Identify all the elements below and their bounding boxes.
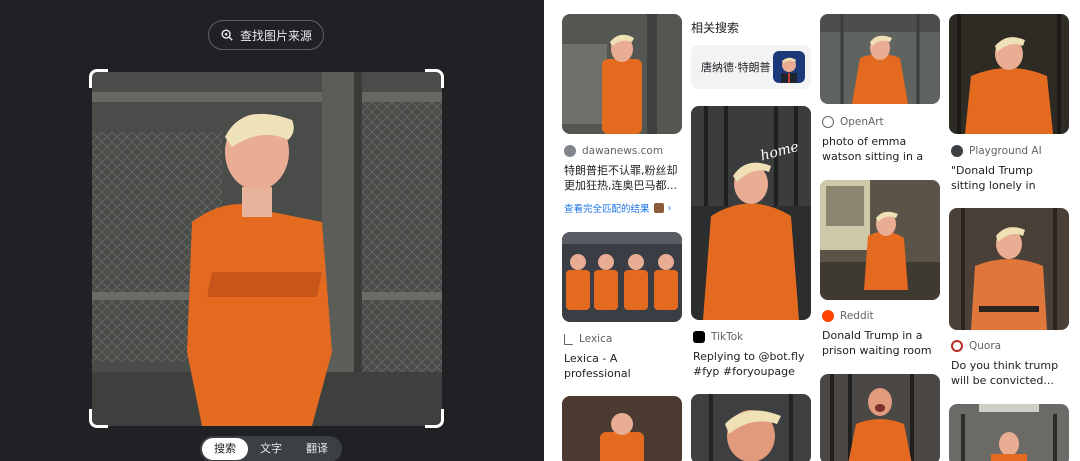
lexica-icon [564,333,573,345]
chevron-right-icon: › [667,202,672,214]
result-thumb-partial[interactable] [562,396,682,461]
result-title[interactable]: 特朗普拒不认罪,粉丝却更加狂热,连奥巴马都... [564,163,682,193]
result-title[interactable]: Replying to @bot.fly #fyp #foryoupage |.… [693,349,811,379]
related-chip-thumb [773,51,805,83]
source-label: Playground AI [969,145,1042,157]
exact-match-label: 查看完全匹配的结果 [564,204,650,215]
selected-image-preview[interactable] [92,72,442,426]
globe-icon [564,145,576,157]
result-thumb[interactable] [820,180,940,300]
result-source: Quora [951,340,1001,352]
result-title[interactable]: Lexica - A professional mugsho... [564,351,682,381]
result-source: TikTok [693,331,743,343]
crop-handle-top-left[interactable] [89,69,108,88]
mode-search-tab[interactable]: 搜索 [202,438,248,460]
source-label: Reddit [840,310,874,322]
lens-search-icon [221,29,233,41]
related-chip-trump[interactable]: 唐纳德·特朗普 [691,45,811,89]
reddit-icon [822,310,834,322]
source-label: OpenArt [840,116,884,128]
result-thumb[interactable] [949,14,1069,134]
result-thumb[interactable] [562,232,682,322]
match-thumb-icon [653,203,664,213]
result-thumb[interactable] [949,208,1069,330]
result-thumb[interactable] [820,14,940,104]
result-thumb-partial[interactable] [820,374,940,461]
crop-handle-bottom-left[interactable] [89,409,108,428]
source-label: Lexica [579,333,613,345]
source-label: TikTok [711,331,744,343]
source-label: dawanews.com [582,145,664,157]
openart-icon [822,116,834,128]
find-image-source-label: 查找图片来源 [239,28,312,43]
result-source: dawanews.com [564,145,663,157]
mode-switcher: 搜索 文字 翻译 [200,436,342,461]
crop-handle-top-right[interactable] [425,69,444,88]
mode-text-tab[interactable]: 文字 [248,438,294,460]
find-image-source-button[interactable]: 查找图片来源 [208,20,324,50]
playground-ai-icon [951,145,963,157]
result-source: Reddit [822,310,874,322]
result-title[interactable]: "Donald Trump sitting lonely in prison i… [951,163,1069,193]
result-thumb[interactable]: home [691,106,811,320]
related-chip-label: 唐纳德·特朗普 [701,61,771,74]
result-source: OpenArt [822,116,884,128]
result-source: Playground AI [951,145,1042,157]
visual-matches: dawanews.com 特朗普拒不认罪,粉丝却更加狂热,连奥巴马都... 查看… [544,0,1080,461]
source-label: Quora [969,340,1002,352]
result-title[interactable]: Donald Trump in a prison waiting room ..… [822,328,942,358]
lens-panel: 查找图片来源 搜索 文字 翻译 [0,0,544,461]
mode-translate-tab[interactable]: 翻译 [294,438,340,460]
quora-icon [951,340,963,352]
result-thumb-partial[interactable] [691,394,811,461]
result-title[interactable]: Do you think trump will be convicted... [951,358,1069,388]
result-source: Lexica [564,333,612,345]
crop-handle-bottom-right[interactable] [425,409,444,428]
tiktok-icon [693,331,705,343]
prison-photo [92,72,442,426]
result-title[interactable]: photo of emma watson sitting in a ja... [822,134,942,164]
result-thumb-partial[interactable] [949,404,1069,461]
result-thumb[interactable] [562,14,682,134]
exact-match-link[interactable]: 查看完全匹配的结果 › [564,201,672,216]
related-searches-heading: 相关搜索 [691,21,740,35]
